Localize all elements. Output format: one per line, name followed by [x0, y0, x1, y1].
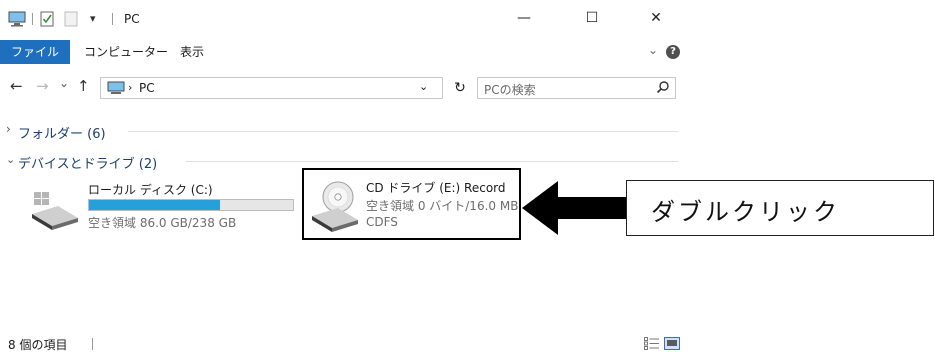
drive-name: ローカル ディスク (C:) [88, 183, 213, 197]
help-icon[interactable]: ? [666, 45, 680, 59]
navigation-bar: ← → ⌄ ↑ › PC ⌄ ↻ PCの検索 [0, 72, 690, 106]
tab-view[interactable]: 表示 [180, 40, 204, 64]
status-separator [92, 338, 93, 350]
maximize-button[interactable]: ☐ [572, 6, 612, 30]
details-view-icon[interactable] [644, 337, 660, 350]
title-bar: ▾ PC — ☐ ✕ [0, 0, 690, 36]
customize-toolbar-dropdown-icon[interactable]: ▾ [90, 12, 96, 28]
explorer-window: ▾ PC — ☐ ✕ ファイル コンピューター 表示 ⌄ ? ← → ⌄ ↑ ›… [0, 0, 690, 354]
new-folder-icon[interactable] [64, 11, 78, 27]
hard-drive-icon [32, 192, 78, 230]
group-folders[interactable]: › フォルダー (6) [0, 121, 690, 142]
group-label: デバイスとドライブ (2) [18, 157, 158, 172]
address-field[interactable]: › PC ⌄ [100, 77, 443, 99]
drive-usage-fill [89, 200, 220, 210]
recent-locations-icon[interactable]: ⌄ [59, 74, 69, 92]
group-divider [128, 131, 678, 132]
computer-icon [107, 81, 125, 94]
drive-free-space: 空き領域 86.0 GB/238 GB [88, 216, 237, 230]
status-bar: 8 個の項目 [0, 334, 690, 354]
back-arrow-icon[interactable]: ← [10, 77, 23, 95]
tab-file[interactable]: ファイル [0, 40, 70, 64]
ribbon-tabs: ファイル コンピューター 表示 ⌄ ? [0, 40, 690, 64]
annotation-text: ダブルクリック [651, 198, 840, 226]
computer-icon [8, 11, 26, 27]
group-divider [186, 161, 678, 162]
up-arrow-icon[interactable]: ↑ [77, 77, 90, 95]
toolbar-separator [32, 13, 33, 25]
cd-drive-e[interactable]: CD ドライブ (E:) Record 空き領域 0 バイト/16.0 MB C… [302, 168, 521, 240]
expand-ribbon-icon[interactable]: ⌄ [648, 43, 658, 57]
tab-computer[interactable]: コンピューター [84, 40, 168, 64]
item-count: 8 個の項目 [8, 338, 68, 352]
forward-arrow-icon[interactable]: → [36, 77, 49, 95]
drive-usage-bar [88, 199, 294, 211]
drive-free-space: 空き領域 0 バイト/16.0 MB [366, 199, 519, 213]
large-icons-view-icon[interactable] [664, 337, 680, 350]
address-path: PC [139, 81, 155, 95]
expanded-chevron-icon[interactable]: ⌄ [6, 153, 15, 166]
toolbar-separator [112, 13, 113, 25]
drive-filesystem: CDFS [366, 215, 398, 229]
properties-icon[interactable] [40, 11, 54, 27]
minimize-button[interactable]: — [504, 6, 544, 30]
search-input[interactable]: PCの検索 [477, 77, 676, 99]
annotation-callout: ダブルクリック [626, 180, 934, 236]
breadcrumb-chevron-icon[interactable]: › [128, 81, 132, 94]
search-icon[interactable] [656, 80, 670, 94]
group-label: フォルダー (6) [18, 127, 106, 142]
address-history-dropdown-icon[interactable]: ⌄ [419, 80, 428, 93]
cd-drive-icon [312, 181, 358, 232]
refresh-button[interactable]: ↻ [449, 77, 471, 99]
search-placeholder: PCの検索 [484, 83, 536, 97]
window-title: PC [124, 12, 140, 26]
collapsed-chevron-icon[interactable]: › [6, 122, 11, 136]
left-arrow-icon [522, 181, 626, 235]
drive-name: CD ドライブ (E:) Record [366, 181, 506, 195]
close-button[interactable]: ✕ [636, 6, 676, 30]
